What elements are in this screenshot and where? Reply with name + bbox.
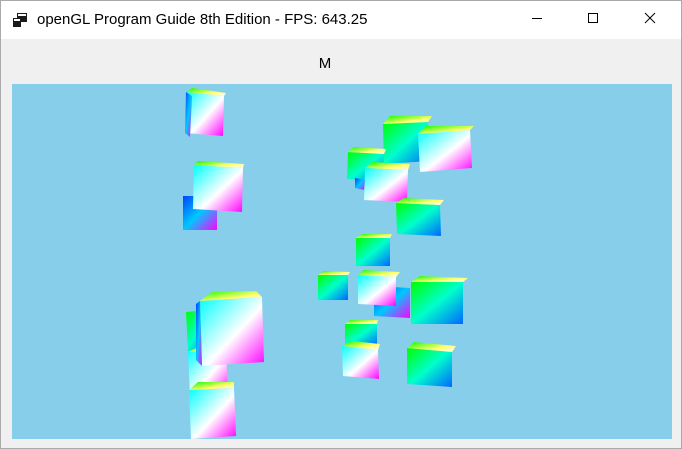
cube	[342, 341, 380, 379]
cube	[356, 234, 392, 266]
cube-scene	[183, 88, 474, 439]
cube	[183, 161, 244, 230]
cube	[396, 198, 444, 236]
title-bar[interactable]: openGL Program Guide 8th Edition - FPS: …	[1, 1, 681, 39]
close-icon	[644, 11, 656, 29]
maximize-button[interactable]	[570, 1, 616, 39]
toolbar: M	[1, 39, 681, 83]
cube	[358, 270, 410, 318]
cube	[411, 276, 468, 324]
cube	[189, 382, 236, 439]
close-button[interactable]	[627, 1, 673, 39]
cube	[407, 342, 456, 387]
cube	[318, 271, 350, 300]
m-button[interactable]: M	[301, 53, 349, 75]
minimize-icon	[531, 11, 543, 29]
cube	[418, 126, 474, 172]
app-window-icon	[12, 12, 28, 28]
cube	[196, 291, 264, 366]
cube	[185, 88, 226, 137]
app-window: openGL Program Guide 8th Edition - FPS: …	[0, 0, 682, 449]
opengl-viewport[interactable]	[12, 84, 672, 439]
maximize-icon	[587, 11, 599, 29]
minimize-button[interactable]	[514, 1, 560, 39]
window-title: openGL Program Guide 8th Edition - FPS: …	[37, 11, 368, 28]
